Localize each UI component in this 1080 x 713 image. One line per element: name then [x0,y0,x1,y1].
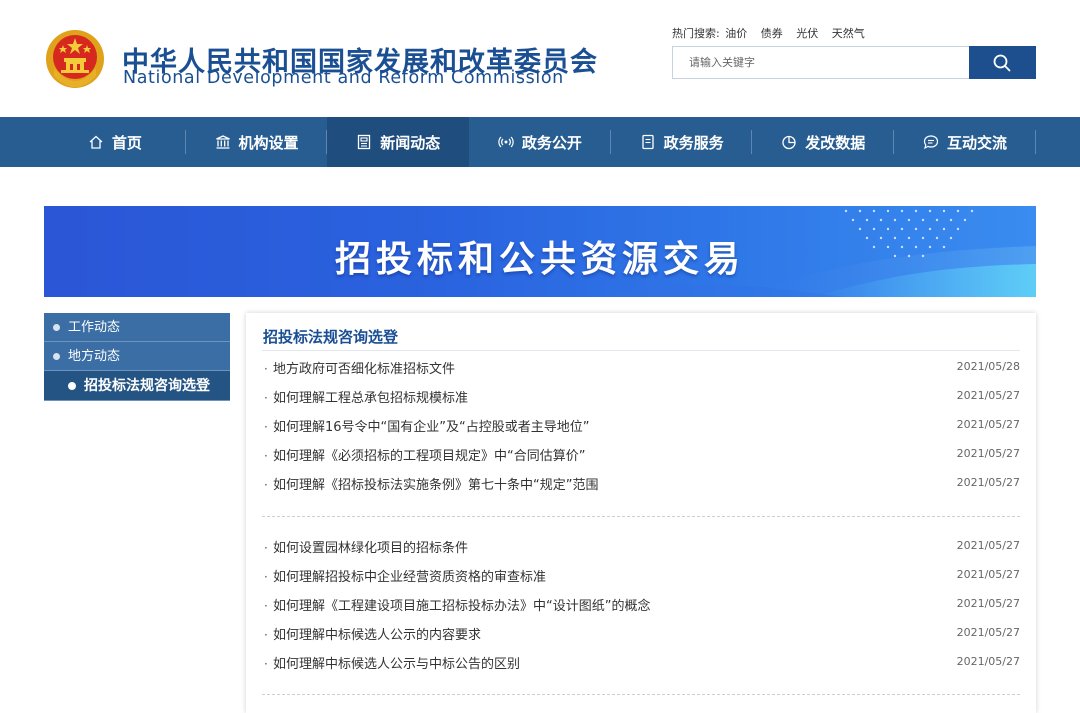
bullet: · [264,570,268,584]
search-box [672,46,1036,79]
hot-search-item[interactable]: 油价 [725,27,747,40]
article-date: 2021/05/27 [956,476,1020,489]
institution-icon [215,134,231,150]
article-date: 2021/05/27 [956,655,1020,668]
list-item[interactable]: · 如何理解工程总承包招标规模标准 2021/05/27 [262,384,1020,413]
sidebar-item-bidding-regulations[interactable]: 招投标法规咨询选登 [44,371,230,401]
section-banner: 招投标和公共资源交易 [44,206,1036,297]
nav-item-home[interactable]: 首页 [44,117,186,167]
article-date: 2021/05/27 [956,597,1020,610]
bullet: · [264,362,268,376]
article-title[interactable]: 如何理解招投标中企业经营资质资格的审查标准 [273,563,546,592]
hot-search-item[interactable]: 天然气 [832,27,865,40]
nav-item-interaction[interactable]: 互动交流 [894,117,1036,167]
hot-search-item[interactable]: 光伏 [796,27,818,40]
banner-title: 招投标和公共资源交易 [334,239,745,280]
sidebar-item-work-news[interactable]: 工作动态 [44,313,230,342]
broadcast-icon [498,134,514,150]
bullet: · [264,628,268,642]
bullet: · [264,599,268,613]
nav-separator [1034,130,1036,154]
article-date: 2021/05/27 [956,539,1020,552]
nav-item-services[interactable]: 政务服务 [611,117,753,167]
national-emblem-logo[interactable] [44,28,106,94]
article-title[interactable]: 如何理解中标候选人公示的内容要求 [273,621,481,650]
article-title[interactable]: 如何理解《招标投标法实施条例》第七十条中“规定”范围 [273,471,598,500]
content-panel: 招投标法规咨询选登 · 地方政府可否细化标准招标文件 2021/05/28 · … [246,313,1036,713]
bullet: · [264,541,268,555]
home-icon [88,134,104,150]
main-nav: 首页 机构设置 新闻动态 政务公开 政务服务 发改数据 互动交流 [0,117,1080,167]
nav-item-label: 首页 [111,133,142,152]
article-list: · 如何设置园林绿化项目的招标条件 2021/05/27 · 如何理解招投标中企… [262,534,1020,679]
sidebar-item-local-news[interactable]: 地方动态 [44,342,230,371]
bullet: · [264,657,268,671]
article-title[interactable]: 如何理解中标候选人公示与中标公告的区别 [273,650,520,679]
article-title[interactable]: 如何理解《工程建设项目施工招标投标办法》中“设计图纸”的概念 [273,592,650,621]
nav-item-label: 发改数据 [805,133,866,152]
article-date: 2021/05/28 [956,360,1020,373]
sidebar: 工作动态 地方动态 招投标法规咨询选登 [44,313,230,401]
list-item[interactable]: · 如何理解16号令中“国有企业”及“占控股或者主导地位” 2021/05/27 [262,413,1020,442]
hot-search-label: 热门搜索: [672,27,720,40]
bullet: · [264,420,268,434]
article-title[interactable]: 如何理解《必须招标的工程项目规定》中“合同估算价” [273,442,585,471]
list-item[interactable]: · 如何设置园林绿化项目的招标条件 2021/05/27 [262,534,1020,563]
nav-item-label: 政务服务 [663,133,724,152]
nav-item-label: 互动交流 [946,133,1007,152]
article-date: 2021/05/27 [956,447,1020,460]
search-input[interactable] [673,47,969,78]
nav-item-label: 新闻动态 [380,133,441,152]
list-item[interactable]: · 地方政府可否细化标准招标文件 2021/05/28 [262,355,1020,384]
list-item[interactable]: · 如何理解《必须招标的工程项目规定》中“合同估算价” 2021/05/27 [262,442,1020,471]
list-item[interactable]: · 如何理解招投标中企业经营资质资格的审查标准 2021/05/27 [262,563,1020,592]
list-item[interactable]: · 如何理解中标候选人公示的内容要求 2021/05/27 [262,621,1020,650]
list-item[interactable]: · 如何理解《工程建设项目施工招标投标办法》中“设计图纸”的概念 2021/05… [262,592,1020,621]
document-icon [640,134,656,150]
nav-item-data[interactable]: 发改数据 [752,117,895,167]
bullet: · [264,478,268,492]
article-title[interactable]: 如何理解工程总承包招标规模标准 [273,384,468,413]
article-date: 2021/05/27 [956,418,1020,431]
pie-chart-icon [781,134,797,150]
nav-item-institutions[interactable]: 机构设置 [186,117,328,167]
news-icon [356,134,372,150]
bullet: · [264,449,268,463]
nav-item-government-affairs[interactable]: 政务公开 [469,117,611,167]
nav-item-news[interactable]: 新闻动态 [327,117,470,167]
search-button[interactable] [969,46,1036,79]
group-divider [262,516,1020,517]
nav-item-label: 政务公开 [521,133,582,152]
list-item[interactable]: · 如何理解中标候选人公示与中标公告的区别 2021/05/27 [262,650,1020,679]
chat-icon [923,134,939,150]
article-list: · 地方政府可否细化标准招标文件 2021/05/28 · 如何理解工程总承包招… [262,355,1020,500]
article-title[interactable]: 地方政府可否细化标准招标文件 [273,355,455,384]
search-icon [993,54,1011,72]
nav-item-label: 机构设置 [238,133,299,152]
content-title: 招投标法规咨询选登 [263,328,399,346]
article-date: 2021/05/27 [956,389,1020,402]
article-date: 2021/05/27 [956,568,1020,581]
list-item[interactable]: · 如何理解《招标投标法实施条例》第七十条中“规定”范围 2021/05/27 [262,471,1020,500]
article-title[interactable]: 如何设置园林绿化项目的招标条件 [273,534,468,563]
group-divider [262,694,1020,695]
article-title[interactable]: 如何理解16号令中“国有企业”及“占控股或者主导地位” [273,413,589,442]
article-date: 2021/05/27 [956,626,1020,639]
title-divider [262,350,1020,351]
site-subtitle: National Development and Reform Commissi… [123,68,564,88]
hot-search-item[interactable]: 债券 [761,27,783,40]
site-header: 中华人民共和国国家发展和改革委员会 National Development a… [0,0,1080,117]
hot-search: 热门搜索: 油价 债券 光伏 天然气 [672,25,875,41]
bullet: · [264,391,268,405]
